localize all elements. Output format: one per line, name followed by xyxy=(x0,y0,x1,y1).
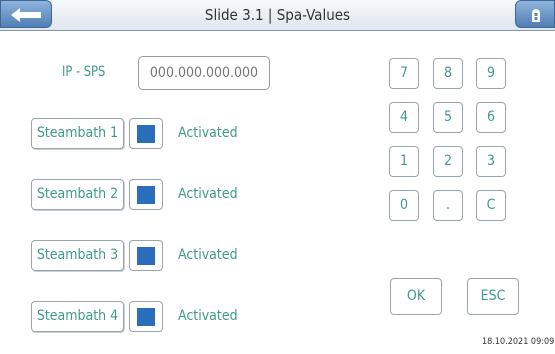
steambath-3-toggle[interactable] xyxy=(129,240,163,271)
timestamp: 18.10.2021 09:09:00 xyxy=(482,337,555,347)
page-title: Slide 3.1 | Spa-Values xyxy=(204,6,351,24)
toggle-indicator xyxy=(137,186,155,204)
top-bar: Slide 3.1 | Spa-Values xyxy=(0,0,555,31)
steambath-1-status: Activated xyxy=(178,125,238,141)
key-1[interactable]: 1 xyxy=(389,146,419,177)
key-0[interactable]: 0 xyxy=(389,190,419,221)
menu-button[interactable] xyxy=(515,0,555,28)
key-6[interactable]: 6 xyxy=(476,102,506,133)
steambath-2-toggle[interactable] xyxy=(129,179,163,210)
esc-button[interactable]: ESC xyxy=(467,278,519,315)
steambath-4-button[interactable]: Steambath 4 xyxy=(31,301,124,332)
key-3[interactable]: 3 xyxy=(476,146,506,177)
key-9[interactable]: 9 xyxy=(476,58,506,89)
toggle-indicator xyxy=(137,308,155,326)
back-button[interactable] xyxy=(0,0,52,28)
key-7[interactable]: 7 xyxy=(389,58,419,89)
key-clear[interactable]: C xyxy=(476,190,506,221)
steambath-4-status: Activated xyxy=(178,308,238,324)
steambath-2-button[interactable]: Steambath 2 xyxy=(31,179,124,210)
steambath-1-button[interactable]: Steambath 1 xyxy=(31,118,124,149)
toggle-indicator xyxy=(137,125,155,143)
steambath-3-status: Activated xyxy=(178,247,238,263)
steambath-2-status: Activated xyxy=(178,186,238,202)
key-4[interactable]: 4 xyxy=(389,102,419,133)
back-arrow-icon xyxy=(11,8,41,22)
steambath-3-button[interactable]: Steambath 3 xyxy=(31,240,124,271)
key-2[interactable]: 2 xyxy=(433,146,463,177)
ip-sps-input[interactable] xyxy=(138,56,270,90)
key-8[interactable]: 8 xyxy=(433,58,463,89)
ok-button[interactable]: OK xyxy=(390,278,442,315)
menu-icon xyxy=(532,9,540,22)
key-5[interactable]: 5 xyxy=(433,102,463,133)
steambath-1-toggle[interactable] xyxy=(129,118,163,149)
toggle-indicator xyxy=(137,247,155,265)
key-dot[interactable]: . xyxy=(433,190,463,221)
ip-sps-label: IP - SPS xyxy=(62,64,106,80)
steambath-4-toggle[interactable] xyxy=(129,301,163,332)
